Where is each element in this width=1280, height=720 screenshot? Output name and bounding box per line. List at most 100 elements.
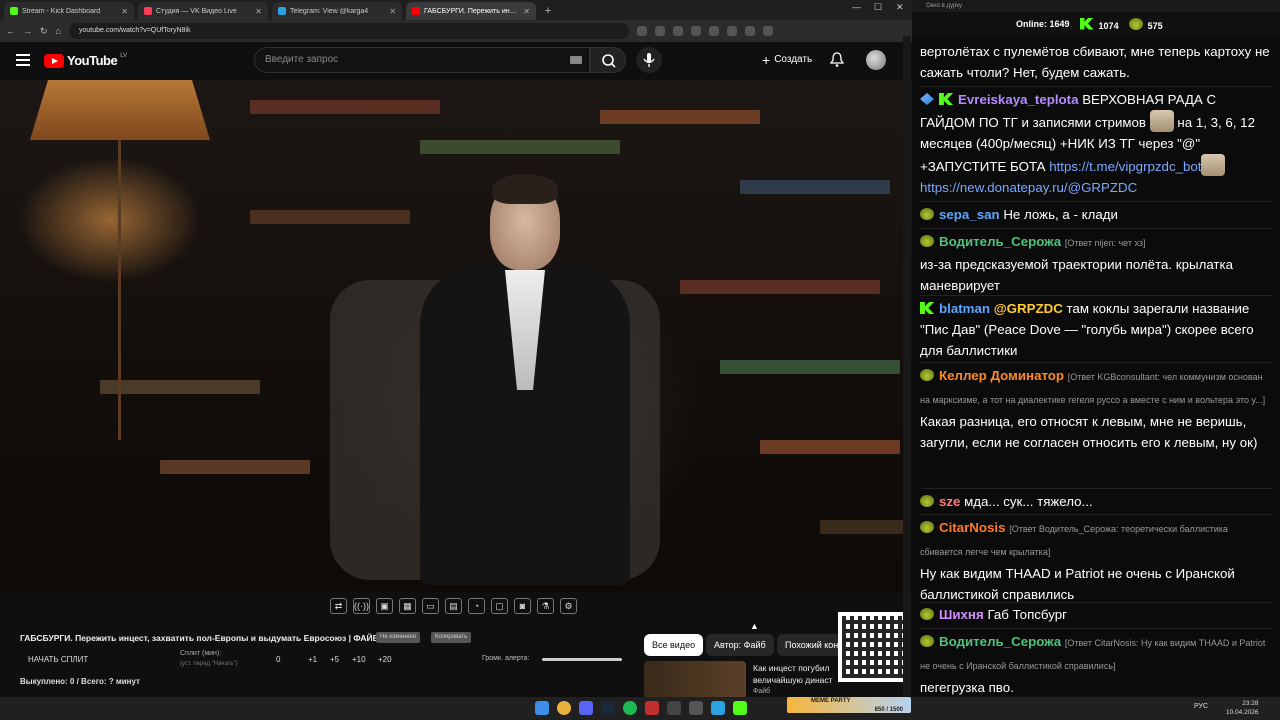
filter-icon[interactable]: ⚗	[537, 598, 554, 614]
chat-link[interactable]: https://new.donatepay.ru/@GRPZDC	[920, 180, 1137, 195]
kick-viewers: 1074	[1079, 17, 1119, 31]
alert-volume-label: Громк. алерта:	[482, 655, 530, 662]
close-window-icon[interactable]: ✕	[896, 2, 904, 13]
browser-tab[interactable]: Telegram: View @karga4 ✕	[272, 2, 402, 20]
chat-message: Водитель_Серожа [Ответ nijen: чет хз] из-…	[920, 234, 1234, 293]
chrome-icon[interactable]	[557, 701, 571, 715]
plus-icon: +	[762, 52, 771, 68]
camera-icon[interactable]: ◙	[514, 598, 531, 614]
speed-icon[interactable]: ◔	[468, 598, 485, 614]
goblin-badge-icon	[920, 369, 934, 381]
voice-search-button[interactable]	[636, 47, 662, 73]
extension-icon[interactable]	[762, 26, 773, 36]
pip-icon[interactable]: ▣	[376, 598, 393, 614]
presenter	[400, 170, 650, 590]
vk-favicon-icon	[144, 7, 152, 15]
mouse-cursor-icon: ▲	[750, 621, 759, 631]
start-split-button[interactable]: НАЧАТЬ СПЛИТ	[28, 655, 88, 664]
spotify-icon[interactable]	[623, 701, 637, 715]
alert-volume-slider[interactable]	[542, 658, 622, 661]
reload-icon[interactable]: ↻	[40, 26, 48, 37]
goblin-icon	[1128, 17, 1143, 30]
discord-icon[interactable]	[579, 701, 593, 715]
video-title: ГАБСБУРГИ. Пережить инцест, захватить по…	[20, 633, 379, 643]
new-tab-button[interactable]: +	[540, 2, 556, 20]
app-icon[interactable]	[667, 701, 681, 715]
notifications-bell-icon[interactable]	[829, 52, 845, 71]
extension-icon[interactable]	[690, 26, 701, 36]
split-label: Сплит (мин):	[180, 650, 222, 657]
browser-tab[interactable]: Студия — VK Видео Live ✕	[138, 2, 268, 20]
browser-tabbar: Stream - Kick Dashboard ✕ Студия — VK Вид…	[0, 0, 912, 20]
split-add-5-button[interactable]: +5	[330, 655, 339, 664]
screen-icon[interactable]: ▭	[422, 598, 439, 614]
settings-icon[interactable]: ⚙	[560, 598, 577, 614]
recommended-thumbnail[interactable]	[644, 661, 746, 699]
split-add-10-button[interactable]: +10	[352, 655, 366, 664]
other-viewers: 575	[1128, 17, 1163, 31]
hamburger-menu-icon[interactable]	[16, 54, 30, 66]
home-icon[interactable]: ⌂	[56, 26, 61, 36]
steam-icon[interactable]	[601, 701, 615, 715]
clock[interactable]: 23:28 10.04.2026	[1226, 699, 1259, 717]
extension-icon[interactable]	[744, 26, 755, 36]
copy-chip[interactable]: Копировать	[431, 632, 472, 643]
goblin-badge-icon	[920, 235, 934, 247]
search-button[interactable]	[590, 47, 626, 73]
browser-tab[interactable]: Stream - Kick Dashboard ✕	[4, 2, 134, 20]
start-icon[interactable]	[535, 701, 549, 715]
account-avatar[interactable]	[866, 50, 886, 70]
close-icon[interactable]: ✕	[121, 7, 128, 16]
video-player[interactable]	[0, 80, 912, 592]
cat-emote-icon	[1201, 154, 1226, 176]
youtube-logo[interactable]: YouTube LV	[44, 53, 127, 68]
frame-icon[interactable]: ▢	[491, 598, 508, 614]
url-field[interactable]: youtube.com/watch?v=QUfToryN8ik	[68, 23, 629, 39]
bought-minutes: Выкуплено: 0 / Всего: ? минут	[20, 677, 140, 686]
recommended-title[interactable]: Как инцест погубил величайшую династ	[753, 662, 843, 686]
keyboard-icon[interactable]	[570, 56, 582, 64]
split-add-20-button[interactable]: +20	[378, 655, 392, 664]
tab-author[interactable]: Автор: Файб	[706, 634, 774, 656]
youtube-favicon-icon	[412, 7, 420, 15]
tab-all-videos[interactable]: Все видео	[644, 634, 704, 656]
extension-icon[interactable]	[636, 26, 647, 36]
close-icon[interactable]: ✕	[389, 7, 396, 16]
film-icon[interactable]: ▦	[399, 598, 416, 614]
split-value: 0	[276, 655, 281, 664]
chat-message: sepa_san Не ложь, а - клади	[920, 204, 1270, 225]
chat-link[interactable]: https://t.me/vipgrpzdc_bot	[1049, 159, 1201, 174]
back-icon[interactable]: ←	[6, 26, 15, 36]
video-tools-bar: ⇄ ((·)) ▣ ▦ ▭ ▤ ◔ ▢ ◙ ⚗ ⚙	[330, 598, 577, 616]
tab-similar[interactable]: Похожий кон	[777, 634, 847, 656]
clip-icon[interactable]: ▤	[445, 598, 462, 614]
extension-icon[interactable]	[708, 26, 719, 36]
goblin-badge-icon	[920, 521, 934, 533]
create-button[interactable]: + Создать	[754, 49, 820, 71]
chat-message: Шихня Габ Топсбург	[920, 604, 1270, 625]
recommended-author[interactable]: Файб	[753, 688, 770, 695]
maximize-icon[interactable]: ☐	[874, 2, 882, 13]
telegram-icon[interactable]	[711, 701, 725, 715]
close-icon[interactable]: ✕	[255, 7, 262, 16]
extension-icon[interactable]	[672, 26, 683, 36]
kick-favicon-icon	[10, 7, 18, 15]
status-chip[interactable]: Не изменено	[376, 632, 421, 643]
app-icon[interactable]	[689, 701, 703, 715]
kick-icon[interactable]	[733, 701, 747, 715]
browser-tab-active[interactable]: ГАБСБУРГИ. Пережить инцест ✕	[406, 2, 536, 20]
close-icon[interactable]: ✕	[523, 7, 530, 16]
search-input[interactable]: Введите запрос	[254, 47, 590, 73]
forward-icon[interactable]: →	[23, 26, 32, 36]
split-add-1-button[interactable]: +1	[308, 655, 317, 664]
broadcast-icon[interactable]: ((·))	[353, 598, 370, 614]
loop-icon[interactable]: ⇄	[330, 598, 347, 614]
extension-icon[interactable]	[726, 26, 737, 36]
minimize-icon[interactable]: —	[852, 2, 861, 12]
language-indicator[interactable]: РУС	[1194, 703, 1208, 710]
extension-icon[interactable]	[654, 26, 665, 36]
scrollbar[interactable]	[903, 36, 911, 696]
obs-icon[interactable]	[645, 701, 659, 715]
chat-message: Evreiskaya_teplota ВЕРХОВНАЯ РАДА С ГАЙД…	[920, 92, 1255, 195]
address-bar: ← → ↻ ⌂ youtube.com/watch?v=QUfToryN8ik	[0, 20, 912, 42]
